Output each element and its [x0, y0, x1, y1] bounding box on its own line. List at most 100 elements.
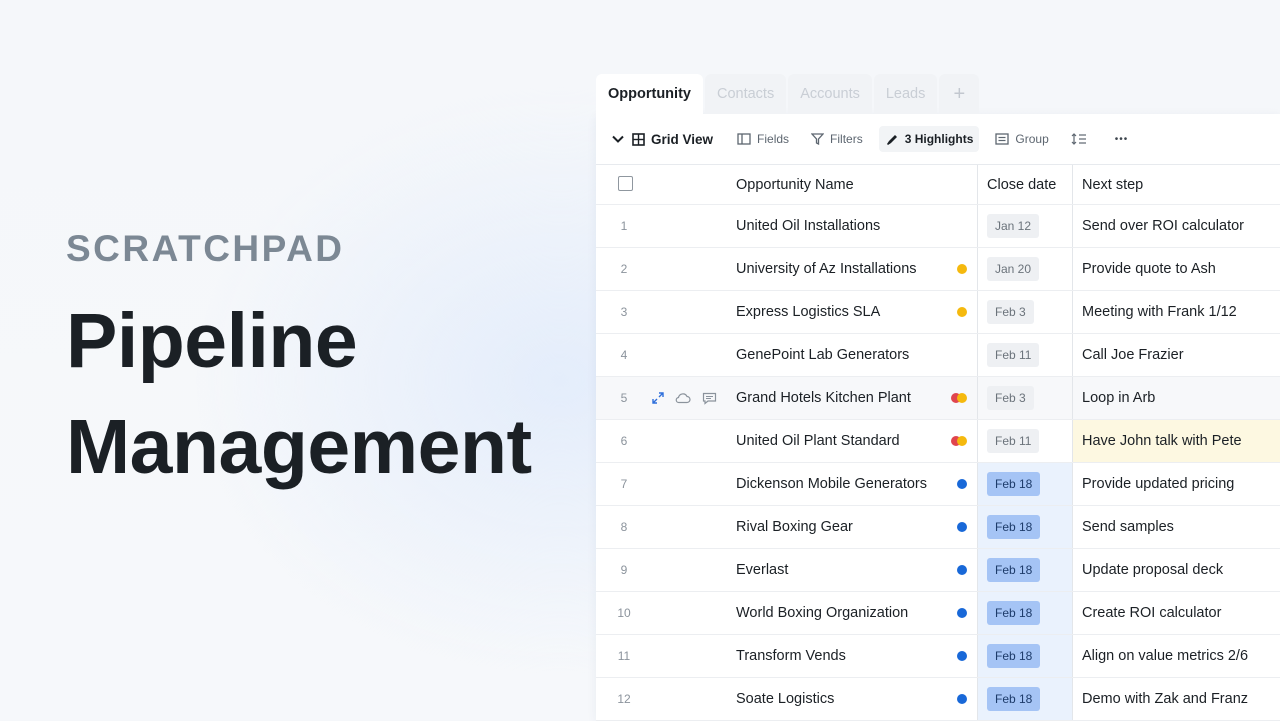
group-icon: [995, 133, 1010, 145]
select-all-checkbox[interactable]: [618, 175, 633, 191]
status-dots: [957, 307, 967, 317]
opportunity-name: Dickenson Mobile Generators: [736, 476, 928, 492]
chevron-down-icon: [612, 135, 624, 143]
opportunity-name: Soate Logistics: [736, 691, 835, 707]
row-number: 3: [620, 305, 628, 319]
columns-icon: [737, 133, 751, 145]
yellow-dot-icon: [957, 393, 967, 403]
yellow-dot-icon: [957, 436, 967, 446]
close-date-pill-highlighted: Feb 18: [987, 644, 1041, 668]
header-row: Opportunity Name Close date Next step: [596, 165, 1280, 205]
table-row[interactable]: 9 Everlast Feb 18 Update proposal deck: [596, 549, 1280, 592]
opportunity-name: United Oil Installations: [736, 218, 881, 234]
opportunity-name: Transform Vends: [736, 648, 846, 664]
table-row[interactable]: 8 Rival Boxing Gear Feb 18 Send samples: [596, 506, 1280, 549]
next-step-cell[interactable]: Call Joe Frazier: [1073, 334, 1280, 376]
tab-opportunity[interactable]: Opportunity: [596, 74, 703, 114]
yellow-dot-icon: [957, 307, 967, 317]
highlights-button[interactable]: 3 Highlights: [878, 126, 980, 152]
next-step-cell[interactable]: Demo with Zak and Franz: [1073, 678, 1280, 720]
row-height-icon: [1071, 133, 1086, 145]
view-toolbar: Grid View Fields Filters 3 Highlights Gr…: [596, 114, 1280, 165]
row-number: 8: [620, 520, 628, 534]
status-dots: [957, 608, 967, 618]
blue-dot-icon: [957, 694, 967, 704]
next-step-cell-highlighted[interactable]: Have John talk with Pete: [1073, 420, 1280, 462]
status-dots: [957, 694, 967, 704]
row-height-button[interactable]: [1065, 126, 1099, 152]
records-grid: Opportunity Name Close date Next step 1 …: [596, 165, 1280, 721]
status-dots: [957, 522, 967, 532]
next-step-cell[interactable]: Provide quote to Ash: [1073, 248, 1280, 290]
status-dots: [957, 264, 967, 274]
tab-leads[interactable]: Leads: [873, 74, 938, 114]
table-row[interactable]: 6 United Oil Plant Standard Feb 11 Have …: [596, 420, 1280, 463]
row-number: 1: [620, 219, 628, 233]
opportunity-name: Rival Boxing Gear: [736, 519, 853, 535]
hero: SCRATCHPAD Pipeline Management: [66, 228, 532, 500]
opportunity-name: World Boxing Organization: [736, 605, 909, 621]
table-row[interactable]: 12 Soate Logistics Feb 18 Demo with Zak …: [596, 678, 1280, 721]
row-number: 7: [620, 477, 628, 491]
table-row[interactable]: 11 Transform Vends Feb 18 Align on value…: [596, 635, 1280, 678]
next-step-cell[interactable]: Loop in Arb: [1073, 377, 1280, 419]
fields-button[interactable]: Fields: [731, 126, 795, 152]
column-header-name[interactable]: Opportunity Name: [736, 165, 978, 204]
row-actions: [652, 392, 736, 405]
add-tab-button[interactable]: +: [939, 74, 980, 114]
table-row[interactable]: 2 University of Az Installations Jan 20 …: [596, 248, 1280, 291]
view-switcher[interactable]: Grid View: [612, 126, 719, 152]
table-row[interactable]: 1 United Oil Installations Jan 12 Send o…: [596, 205, 1280, 248]
next-step-cell[interactable]: Send samples: [1073, 506, 1280, 548]
filters-button[interactable]: Filters: [805, 126, 869, 152]
close-date-pill: Jan 20: [987, 257, 1040, 281]
close-date-pill-highlighted: Feb 18: [987, 601, 1041, 625]
table-row[interactable]: 10 World Boxing Organization Feb 18 Crea…: [596, 592, 1280, 635]
comment-icon[interactable]: [702, 392, 717, 405]
cloud-icon[interactable]: [675, 392, 691, 404]
tab-accounts[interactable]: Accounts: [788, 74, 872, 114]
blue-dot-icon: [957, 522, 967, 532]
opportunity-name: Express Logistics SLA: [736, 304, 881, 320]
row-number: 9: [620, 563, 628, 577]
status-dots: [957, 651, 967, 661]
tab-contacts[interactable]: Contacts: [704, 74, 787, 114]
table-row[interactable]: 7 Dickenson Mobile Generators Feb 18 Pro…: [596, 463, 1280, 506]
close-date-pill: Feb 3: [987, 386, 1034, 410]
next-step-cell[interactable]: Update proposal deck: [1073, 549, 1280, 591]
brand-label: SCRATCHPAD: [66, 228, 345, 269]
filter-icon: [811, 133, 825, 145]
close-date-pill-highlighted: Feb 18: [987, 687, 1041, 711]
more-options-button[interactable]: •••: [1109, 126, 1135, 152]
opportunity-name: United Oil Plant Standard: [736, 433, 900, 449]
close-date-pill: Feb 11: [987, 429, 1040, 453]
fields-label: Fields: [757, 132, 790, 146]
sheet: Grid View Fields Filters 3 Highlights Gr…: [596, 114, 1280, 721]
next-step-cell[interactable]: Create ROI calculator: [1073, 592, 1280, 634]
expand-icon[interactable]: [652, 392, 664, 404]
next-step-cell[interactable]: Send over ROI calculator: [1073, 205, 1280, 247]
hero-title: Pipeline Management: [66, 288, 532, 500]
column-header-next-step[interactable]: Next step: [1073, 165, 1280, 204]
column-header-close-date[interactable]: Close date: [978, 165, 1073, 204]
row-number: 4: [620, 348, 628, 362]
blue-dot-icon: [957, 608, 967, 618]
next-step-cell[interactable]: Align on value metrics 2/6: [1073, 635, 1280, 677]
close-date-pill: Jan 12: [987, 214, 1040, 238]
next-step-cell[interactable]: Meeting with Frank 1/12: [1073, 291, 1280, 333]
row-number: 11: [617, 649, 631, 663]
row-number: 5: [620, 391, 628, 405]
row-number: 2: [620, 262, 628, 276]
table-row[interactable]: 5 Grand Hotels Kitchen Plant Feb 3 Loop …: [596, 377, 1280, 420]
highlighter-icon: [886, 134, 897, 145]
table-row[interactable]: 3 Express Logistics SLA Feb 3 Meeting wi…: [596, 291, 1280, 334]
next-step-cell[interactable]: Provide updated pricing: [1073, 463, 1280, 505]
filters-label: Filters: [830, 132, 863, 146]
group-button[interactable]: Group: [989, 126, 1054, 152]
table-row[interactable]: 4 GenePoint Lab Generators Feb 11 Call J…: [596, 334, 1280, 377]
status-dots: [957, 565, 967, 575]
close-date-pill: Feb 3: [987, 300, 1034, 324]
opportunity-name: Grand Hotels Kitchen Plant: [736, 390, 911, 406]
plus-icon: +: [953, 82, 966, 105]
row-number: 12: [617, 692, 631, 706]
